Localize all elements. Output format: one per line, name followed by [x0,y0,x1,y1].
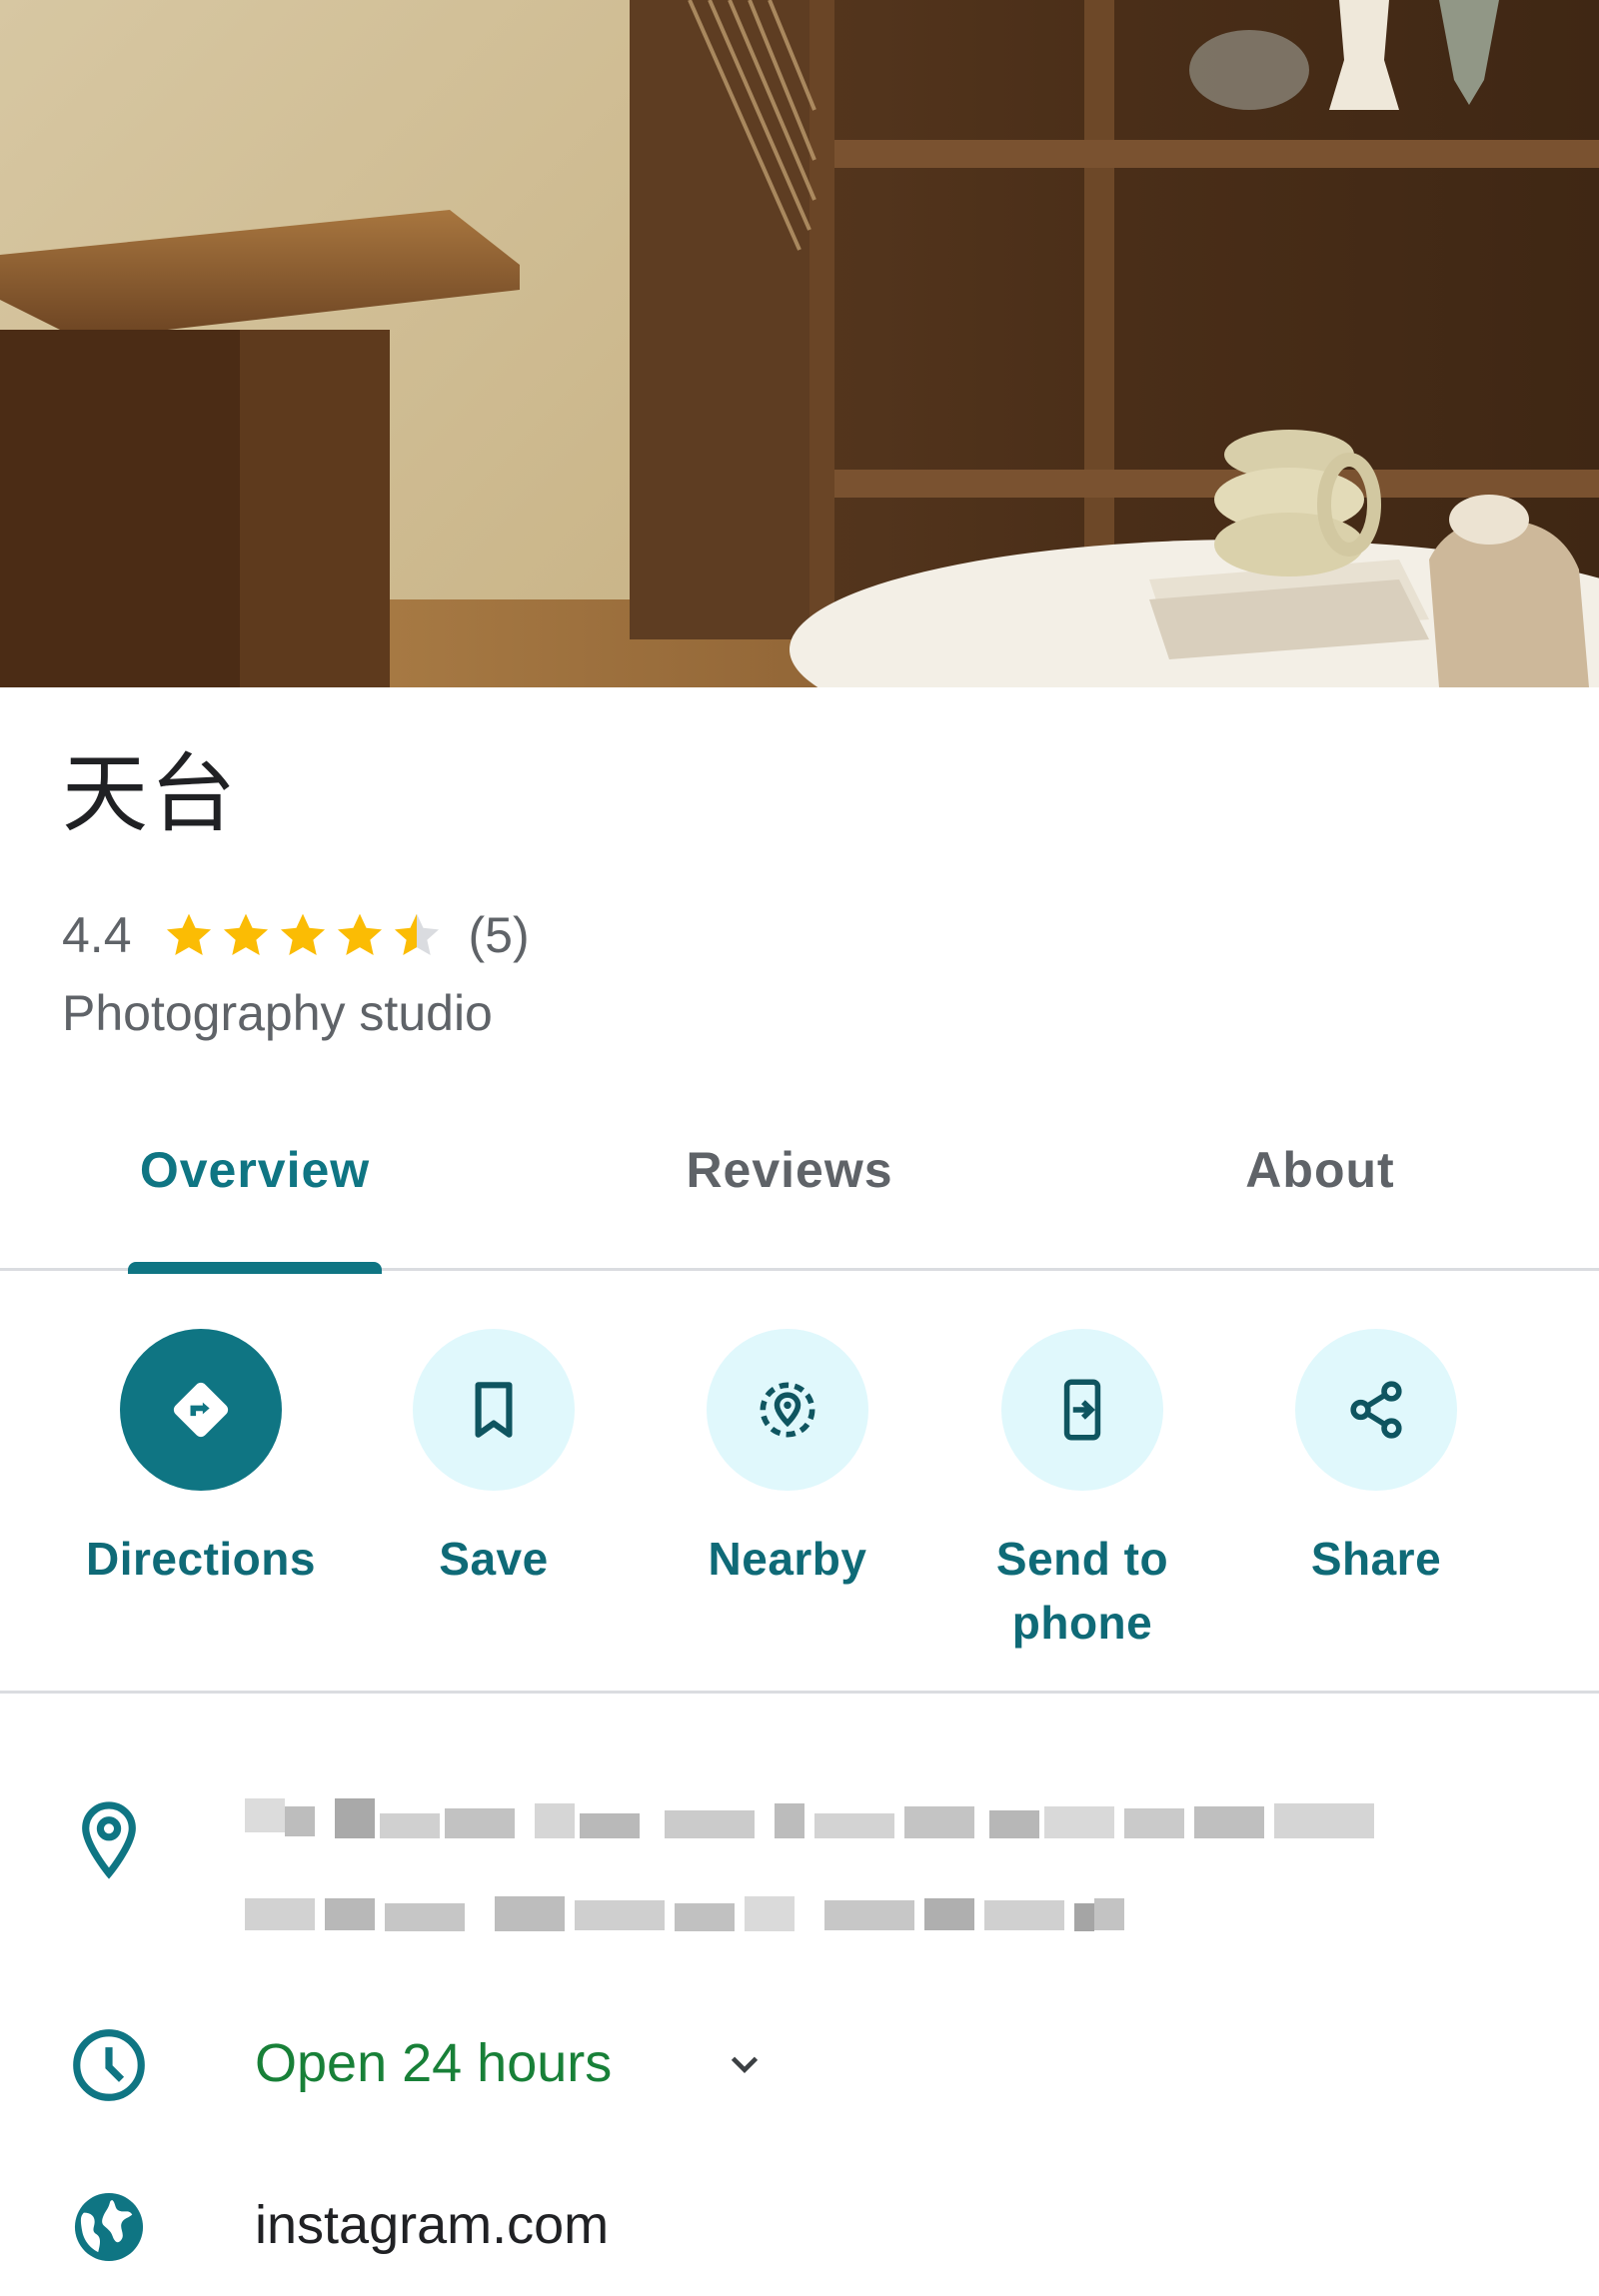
star-icon [223,913,268,956]
place-tabs: Overview Reviews About [0,1099,1599,1274]
address-redacted[interactable] [245,1798,1379,1966]
save-button[interactable]: Save [349,1329,639,1591]
nearby-label: Nearby [708,1533,867,1585]
review-count-link[interactable]: (5) [469,906,530,964]
tab-label: Reviews [686,1142,893,1198]
directions-label: Directions [86,1533,316,1585]
tab-label: About [1245,1142,1395,1198]
nearby-button[interactable]: Nearby [643,1329,932,1591]
bookmark-icon [475,1382,513,1438]
star-rating [162,908,447,962]
place-title: 天台 [62,744,238,844]
share-circle [1295,1329,1457,1491]
place-hero-photo[interactable] [0,0,1599,687]
share-label: Share [1310,1533,1442,1585]
tab-label: Overview [139,1142,371,1198]
tab-reviews[interactable]: Reviews [660,1099,919,1271]
share-button[interactable]: Share [1231,1329,1521,1591]
website-link[interactable]: instagram.com [255,2194,609,2256]
send-to-phone-label: Send to phone [996,1527,1168,1655]
star-icon [337,913,382,956]
clock-icon [66,2022,152,2108]
half-star-icon [394,913,439,956]
tab-overview[interactable]: Overview [128,1099,382,1274]
star-icon [280,913,325,956]
send-to-phone-label-line1: Send to [995,1533,1169,1585]
directions-button[interactable]: Directions [56,1329,346,1591]
action-buttons: Directions Save Nearby Send to phone Sha… [0,1329,1599,1694]
hours-status[interactable]: Open 24 hours [255,2032,612,2094]
save-circle [413,1329,575,1491]
location-pin-icon [66,1796,152,1882]
place-category[interactable]: Photography studio [62,984,493,1042]
save-label: Save [439,1533,549,1585]
hero-photo-image [0,0,1599,687]
share-icon [1350,1381,1402,1439]
send-to-phone-label-line2: phone [1011,1597,1153,1649]
directions-icon [173,1382,229,1438]
chevron-down-icon[interactable] [722,2041,768,2087]
nearby-icon [760,1382,815,1438]
send-to-phone-button[interactable]: Send to phone [937,1329,1227,1655]
active-tab-indicator [128,1262,382,1274]
rating-row: 4.4 (5) [62,904,530,966]
send-to-phone-icon [1063,1379,1101,1441]
directions-circle [120,1329,282,1491]
nearby-circle [707,1329,868,1491]
send-to-phone-circle [1001,1329,1163,1491]
tab-about[interactable]: About [1225,1099,1415,1271]
rating-value: 4.4 [62,907,132,963]
star-icon [166,913,211,956]
redacted-address-pixels [245,1798,1374,1931]
globe-icon [66,2184,152,2270]
